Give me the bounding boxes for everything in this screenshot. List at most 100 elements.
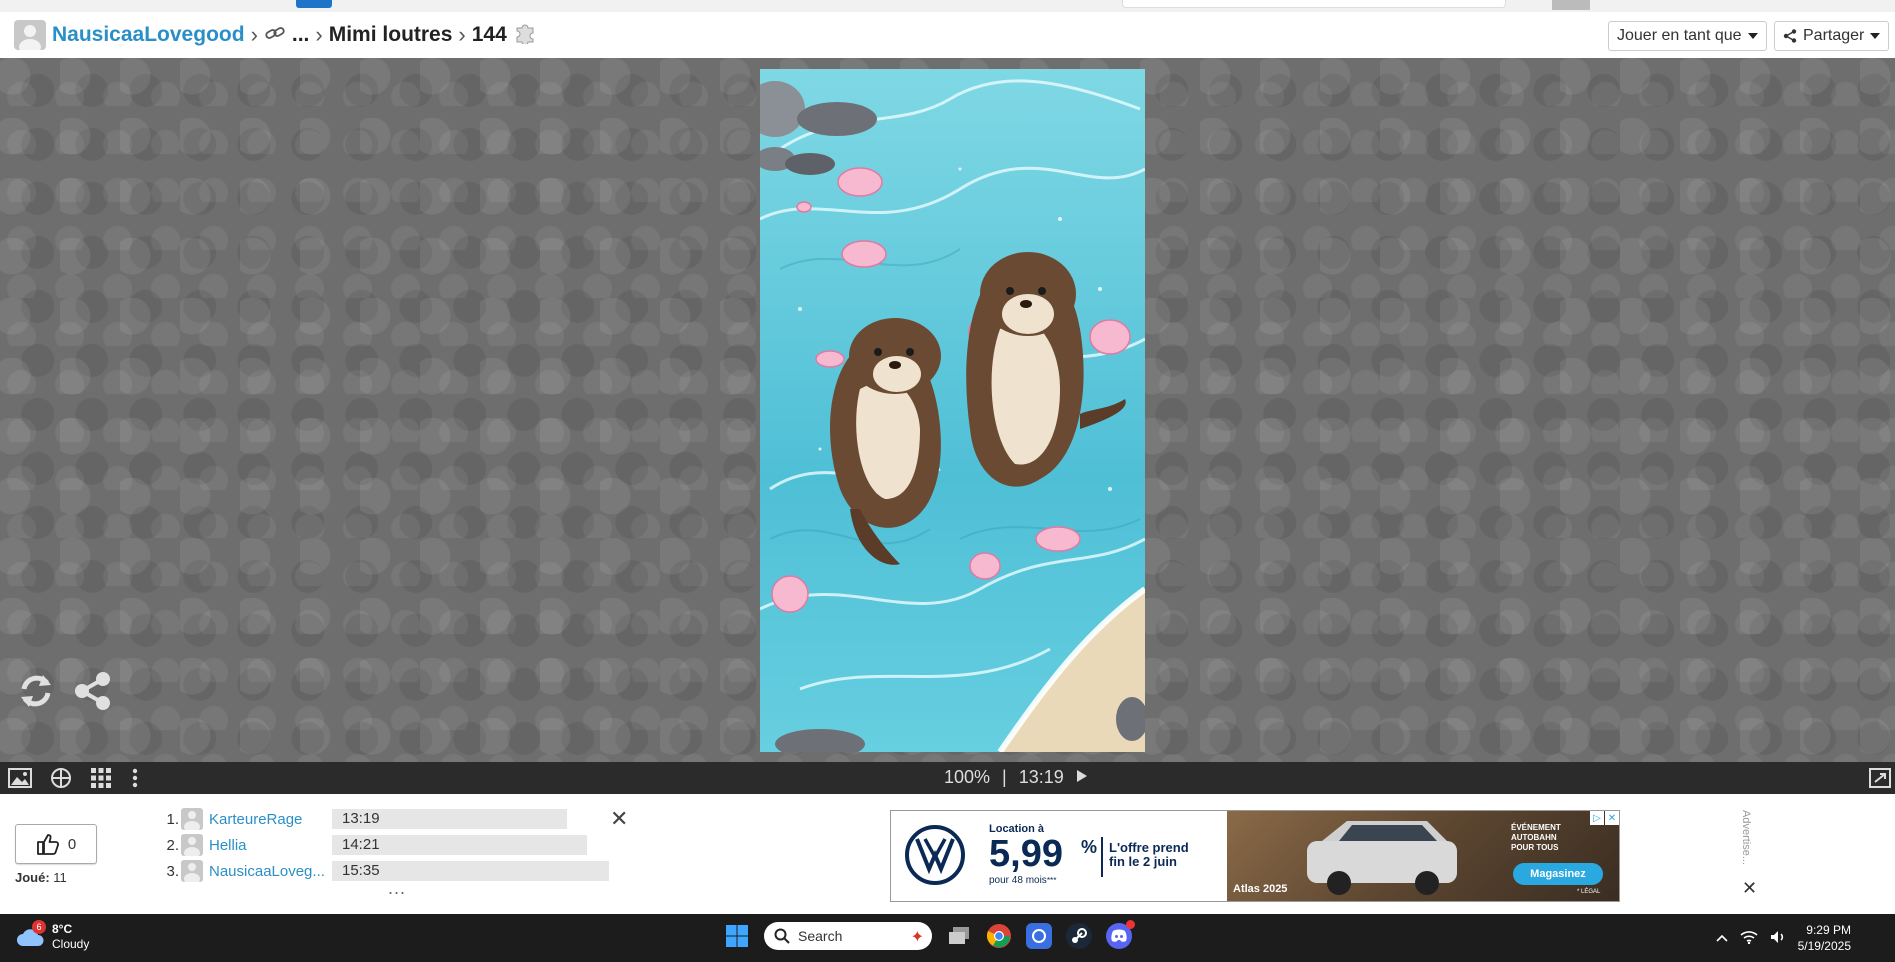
ad-cta-button[interactable]: Magasinez — [1513, 863, 1603, 885]
play-icon[interactable] — [1076, 767, 1088, 788]
timer: 13:19 — [1018, 767, 1064, 787]
breadcrumb-ellipsis[interactable]: ... — [292, 23, 310, 47]
system-tray: 9:29 PM 5/19/2025 — [1716, 922, 1851, 954]
vw-logo — [905, 825, 965, 885]
played-value: 11 — [53, 870, 67, 885]
leaderboard-time: 13:19 — [332, 809, 567, 829]
ad-badge-line1: ÉVÉNEMENT — [1511, 823, 1561, 832]
ad-divider — [1101, 837, 1103, 877]
refresh-icon[interactable] — [16, 671, 56, 716]
ad-badge: ÉVÉNEMENT AUTOBAHN POUR TOUS — [1511, 823, 1561, 853]
maple-leaf-icon: ✦ — [910, 929, 924, 946]
windows-taskbar: 6 8°C Cloudy Search ✦ 9:29 PM 5/19/2025 — [0, 914, 1895, 962]
cloud-icon: 6 — [16, 920, 46, 948]
leaderboard-rank: 3. — [166, 862, 179, 880]
ad-price: 5,99 — [989, 833, 1063, 875]
ghost-image-icon[interactable] — [50, 767, 72, 794]
image-preview-icon[interactable] — [8, 767, 32, 794]
more-scores-link[interactable]: ... — [388, 878, 406, 899]
close-leaderboard-icon[interactable]: ✕ — [610, 806, 628, 832]
leaderboard-time: 14:21 — [332, 835, 587, 855]
grid-icon[interactable] — [90, 767, 112, 794]
ad-price-percent: % — [1081, 837, 1098, 857]
leaderboard-time: 15:35 — [332, 861, 609, 881]
caret-down-icon — [1870, 33, 1881, 39]
task-view-icon[interactable] — [946, 923, 972, 949]
search-icon — [774, 928, 790, 944]
zoom-level[interactable]: 100% — [944, 767, 990, 788]
steam-icon[interactable] — [1066, 923, 1092, 949]
chevron-right-icon: › — [250, 22, 258, 47]
ad-offer: L'offre prend fin le 2 juin — [1109, 841, 1189, 869]
puzzle-stage[interactable] — [0, 58, 1895, 762]
ad-badge-line2: AUTOBAHN — [1511, 833, 1557, 842]
weather-badge: 6 — [32, 920, 46, 934]
discord-icon[interactable] — [1106, 920, 1135, 949]
play-as-dropdown[interactable]: Jouer en tant que — [1608, 21, 1767, 51]
taskbar-search[interactable]: Search ✦ — [764, 922, 932, 950]
windows-start-icon[interactable] — [724, 923, 750, 949]
ad-price-term: pour 48 mois *** — [989, 875, 1057, 886]
puzzle-header: NausicaaLovegood › ... › Mimi loutres › … — [0, 12, 1895, 59]
thumbs-up-icon — [36, 834, 59, 855]
share-label: Partager — [1803, 27, 1865, 44]
leaderboard-player[interactable]: NausicaaLoveg... — [209, 863, 332, 880]
piece-count: 144 — [471, 23, 507, 46]
search-placeholder: Search — [798, 928, 843, 944]
notification-dot — [1126, 920, 1135, 929]
share-dropdown[interactable]: Partager — [1774, 21, 1890, 51]
played-label: Joué: — [15, 870, 50, 885]
system-clock[interactable]: 9:29 PM 5/19/2025 — [1798, 922, 1851, 954]
fullscreen-icon[interactable] — [1869, 768, 1891, 793]
avatar[interactable] — [181, 808, 203, 830]
wifi-icon[interactable] — [1740, 930, 1758, 947]
ad-close-icon[interactable]: ✕ — [1605, 811, 1619, 825]
weather-widget[interactable]: 6 8°C Cloudy — [16, 920, 89, 952]
ad-choices[interactable]: ▷ ✕ — [1590, 811, 1619, 825]
chevron-up-icon[interactable] — [1716, 931, 1728, 945]
leaderboard-player[interactable]: Hellia — [209, 837, 332, 854]
leaderboard-rank: 2. — [166, 836, 179, 854]
breadcrumb-album[interactable]: Mimi loutres — [329, 23, 453, 47]
link-icon[interactable] — [264, 23, 286, 47]
game-toolbar: 100% | 13:19 — [0, 762, 1895, 794]
toolbar-divider: | — [1002, 767, 1007, 787]
clock-date: 5/19/2025 — [1797, 939, 1851, 953]
share-icon[interactable] — [74, 671, 112, 716]
weather-temp: 8°C — [52, 922, 73, 936]
browser-address-bar[interactable] — [1122, 0, 1506, 8]
leaderboard-rank: 1. — [166, 810, 179, 828]
puzzle-image[interactable] — [760, 69, 1145, 752]
play-as-label: Jouer en tant que — [1617, 27, 1742, 44]
clock-time: 9:29 PM — [1806, 923, 1851, 937]
puzzle-info-panel: 0 Joué: 11 1. KarteureRage 13:19 2. Hell… — [0, 794, 1895, 914]
app-icon[interactable] — [1026, 923, 1052, 949]
chrome-icon[interactable] — [986, 923, 1012, 949]
advertisement-label: Advertise... — [1740, 810, 1752, 866]
breadcrumb: NausicaaLovegood › ... › Mimi loutres › … — [14, 20, 537, 50]
avatar[interactable] — [181, 834, 203, 856]
ad-badge-line3: POUR TOUS — [1511, 843, 1559, 852]
like-button[interactable]: 0 — [15, 824, 97, 864]
breadcrumb-user-link[interactable]: NausicaaLovegood — [52, 23, 245, 47]
browser-tab-icon[interactable] — [296, 0, 332, 8]
leaderboard-row: 2. Hellia 14:21 — [165, 832, 609, 858]
stage-tools — [16, 671, 112, 716]
ad-price-term-text: pour 48 mois — [989, 875, 1047, 886]
user-avatar[interactable] — [14, 20, 46, 50]
puzzle-piece-icon — [513, 20, 537, 50]
volume-icon[interactable] — [1770, 930, 1786, 947]
browser-profile-icon[interactable] — [1552, 0, 1590, 10]
close-ad-icon[interactable]: ✕ — [1742, 878, 1757, 899]
chevron-right-icon: › — [315, 22, 323, 47]
avatar[interactable] — [181, 860, 203, 882]
share-icon — [1783, 29, 1797, 43]
advertisement-banner[interactable]: Location à 5,99 % pour 48 mois *** L'offr… — [890, 810, 1620, 902]
more-vertical-icon[interactable] — [130, 767, 140, 794]
ad-price-term-mark: *** — [1046, 875, 1057, 885]
played-count: Joué: 11 — [15, 870, 67, 885]
leaderboard-row: 3. NausicaaLoveg... 15:35 — [165, 858, 609, 884]
ad-offer-line2: fin le 2 juin — [1109, 854, 1177, 869]
leaderboard-player[interactable]: KarteureRage — [209, 811, 332, 828]
adchoices-icon[interactable]: ▷ — [1590, 811, 1604, 825]
